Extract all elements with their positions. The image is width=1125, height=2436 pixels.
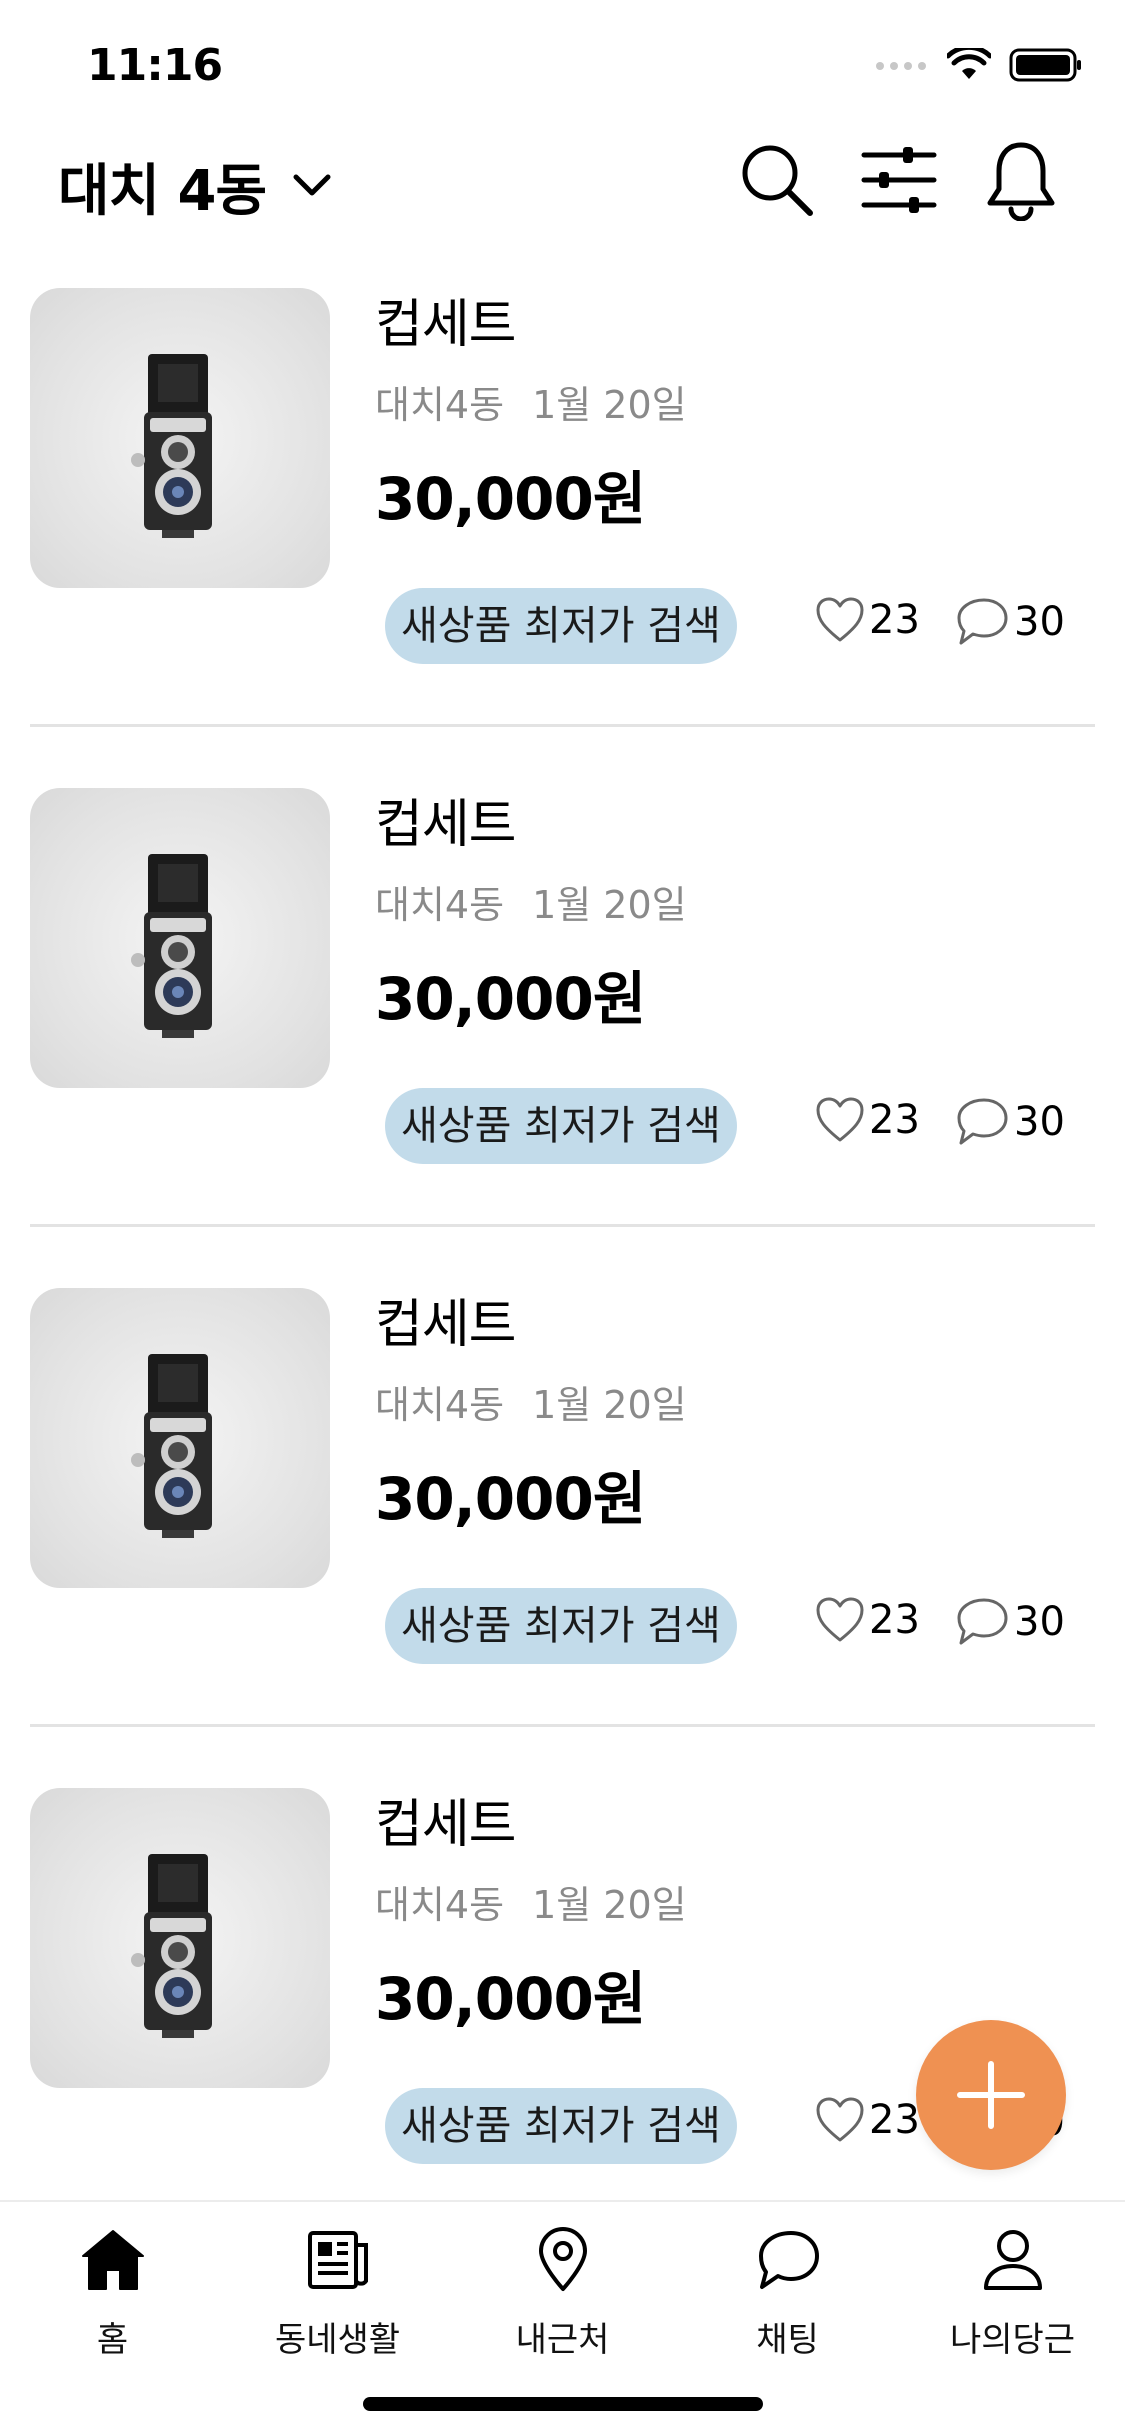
camera-photo-icon — [131, 1854, 212, 2038]
item-date: 1월 20일 — [532, 383, 687, 427]
newspaper-icon — [306, 2222, 370, 2298]
item-location: 대치4동 — [375, 883, 505, 927]
item-price: 30,000원 — [375, 1465, 646, 1533]
like-count: 23 — [815, 1096, 920, 1144]
like-count: 23 — [815, 1596, 920, 1644]
list-item[interactable]: 컵세트 대치4동 1월 20일 30,000원 새상품 최저가 검색 23 30 — [0, 1282, 1125, 1782]
chat-bubble-icon — [755, 2222, 821, 2298]
chat-count-value: 30 — [1014, 1099, 1065, 1145]
filter-sliders-icon[interactable] — [861, 138, 937, 222]
item-price: 30,000원 — [375, 1965, 646, 2033]
like-count-value: 23 — [869, 1097, 920, 1143]
item-title: 컵세트 — [375, 1795, 517, 1855]
chat-count-value: 30 — [1014, 599, 1065, 645]
camera-photo-icon — [131, 354, 212, 538]
item-meta: 대치4동 1월 20일 — [375, 874, 687, 929]
tab-neighborhood-life[interactable]: 동네생활 — [225, 2222, 450, 2372]
item-location: 대치4동 — [375, 1383, 505, 1427]
divider — [30, 1724, 1095, 1727]
item-location: 대치4동 — [375, 383, 505, 427]
plus-icon — [957, 2061, 1025, 2129]
signal-icon — [875, 58, 929, 77]
header-actions — [739, 138, 1059, 222]
status-time: 11:16 — [87, 40, 223, 91]
chat-count-value: 30 — [1014, 1599, 1065, 1645]
chevron-down-icon — [292, 172, 332, 202]
status-bar: 11:16 — [0, 0, 1125, 132]
lowest-price-search-tag[interactable]: 새상품 최저가 검색 — [385, 1088, 737, 1164]
location-label: 대치 4동 — [58, 159, 267, 224]
item-title: 컵세트 — [375, 795, 517, 855]
lowest-price-search-tag[interactable]: 새상품 최저가 검색 — [385, 2088, 737, 2164]
tab-nearby[interactable]: 내근처 — [450, 2222, 675, 2372]
chat-bubble-icon — [957, 1098, 1008, 1145]
tab-label: 나의당근 — [949, 2320, 1076, 2360]
tab-label: 내근처 — [515, 2320, 610, 2360]
item-photo — [30, 1288, 330, 1588]
chat-count: 30 — [954, 1596, 1065, 1648]
tab-chat[interactable]: 채팅 — [675, 2222, 900, 2372]
item-list: 컵세트 대치4동 1월 20일 30,000원 새상품 최저가 검색 23 30 — [0, 282, 1125, 2202]
item-photo — [30, 788, 330, 1088]
item-photo — [30, 288, 330, 588]
item-meta: 대치4동 1월 20일 — [375, 374, 687, 429]
camera-photo-icon — [131, 1354, 212, 1538]
chat-count: 30 — [954, 596, 1065, 648]
item-price: 30,000원 — [375, 465, 646, 533]
add-listing-button[interactable] — [916, 2020, 1066, 2170]
lowest-price-search-tag[interactable]: 새상품 최저가 검색 — [385, 1588, 737, 1664]
chat-bubble-icon — [957, 598, 1008, 645]
notification-bell-icon[interactable] — [983, 138, 1059, 222]
chat-count: 30 — [954, 1096, 1065, 1148]
item-photo — [30, 1788, 330, 2088]
like-count-value: 23 — [869, 597, 920, 643]
item-date: 1월 20일 — [532, 883, 687, 927]
list-item[interactable]: 컵세트 대치4동 1월 20일 30,000원 새상품 최저가 검색 23 30 — [0, 282, 1125, 782]
location-pin-icon — [537, 2222, 589, 2298]
tab-label: 채팅 — [756, 2320, 819, 2360]
heart-icon — [816, 1097, 864, 1142]
item-date: 1월 20일 — [532, 1883, 687, 1927]
tab-home[interactable]: 홈 — [0, 2222, 225, 2372]
person-icon — [982, 2222, 1044, 2298]
item-date: 1월 20일 — [532, 1383, 687, 1427]
list-item[interactable]: 컵세트 대치4동 1월 20일 30,000원 새상품 최저가 검색 23 30 — [0, 782, 1125, 1282]
item-meta: 대치4동 1월 20일 — [375, 1874, 687, 1929]
heart-icon — [816, 1597, 864, 1642]
item-title: 컵세트 — [375, 1295, 517, 1355]
tab-label: 동네생활 — [274, 2320, 401, 2360]
battery-icon — [1009, 48, 1083, 86]
item-title: 컵세트 — [375, 295, 517, 355]
tab-my-carrot[interactable]: 나의당근 — [900, 2222, 1125, 2372]
status-icons — [875, 44, 1083, 86]
tab-label: 홈 — [96, 2320, 129, 2360]
item-price: 30,000원 — [375, 965, 646, 1033]
like-count-value: 23 — [869, 1597, 920, 1643]
wifi-icon — [945, 44, 993, 86]
divider — [30, 724, 1095, 727]
home-indicator[interactable] — [363, 2397, 763, 2411]
divider — [30, 1224, 1095, 1227]
item-meta: 대치4동 1월 20일 — [375, 1374, 687, 1429]
heart-icon — [816, 597, 864, 642]
header: 대치 4동 — [0, 132, 1125, 282]
home-icon — [80, 2222, 146, 2298]
camera-photo-icon — [131, 854, 212, 1038]
lowest-price-search-tag[interactable]: 새상품 최저가 검색 — [385, 588, 737, 664]
like-count: 23 — [815, 2096, 920, 2144]
heart-icon — [816, 2097, 864, 2142]
item-location: 대치4동 — [375, 1883, 505, 1927]
like-count-value: 23 — [869, 2097, 920, 2143]
like-count: 23 — [815, 596, 920, 644]
search-icon[interactable] — [739, 138, 815, 222]
location-selector[interactable]: 대치 4동 — [58, 146, 332, 227]
chat-bubble-icon — [957, 1598, 1008, 1645]
